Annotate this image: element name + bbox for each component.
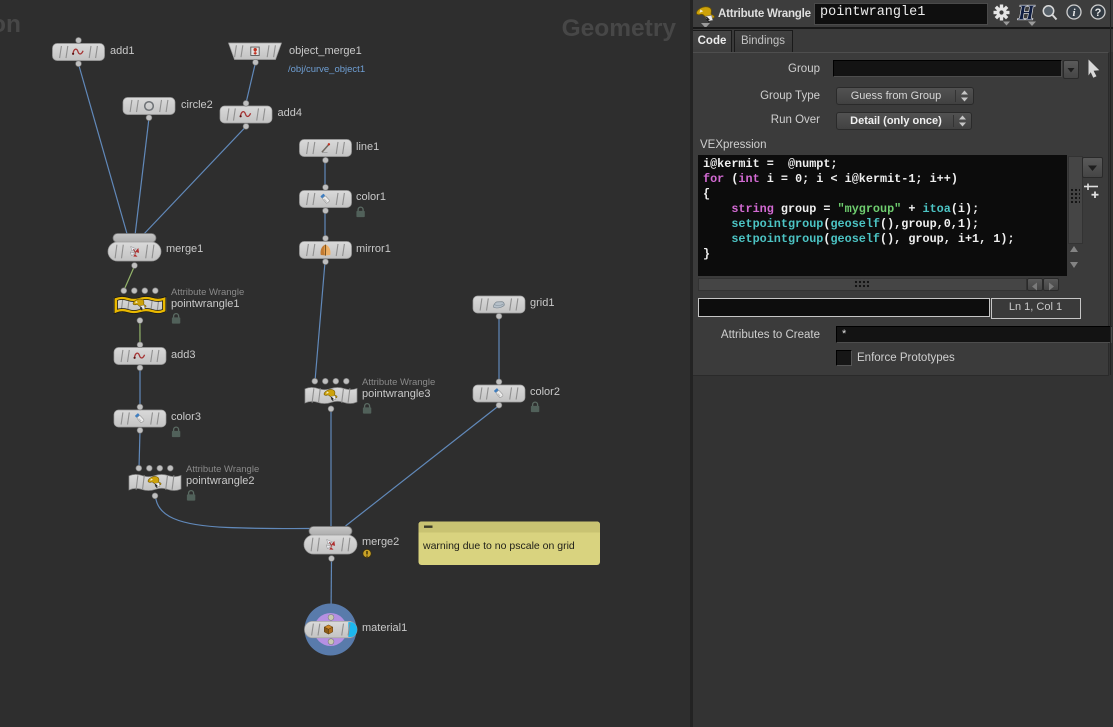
svg-text:?: ?	[1094, 7, 1101, 19]
svg-text:H: H	[1017, 2, 1035, 25]
